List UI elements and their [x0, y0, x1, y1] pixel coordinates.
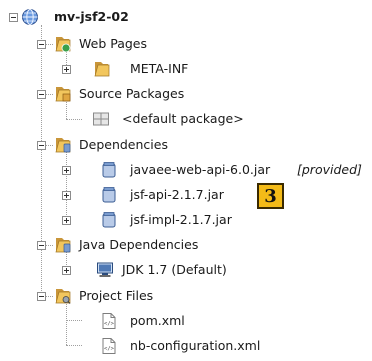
web-pages-label: Web Pages: [79, 36, 147, 51]
tree-node-project[interactable]: mv-jsf2-02: [0, 5, 372, 29]
xml-file-icon: </>: [102, 338, 116, 354]
dependencies-label: Dependencies: [79, 137, 168, 152]
collapse-toggle[interactable]: [9, 13, 18, 22]
collapse-toggle[interactable]: [37, 241, 46, 250]
expand-toggle[interactable]: [62, 191, 71, 200]
tree-node-javaee-web-api[interactable]: javaee-web-api-6.0.jar [provided]: [0, 158, 372, 182]
collapse-toggle[interactable]: [37, 40, 46, 49]
project-files-label: Project Files: [79, 288, 154, 303]
jar-icon: [102, 162, 116, 178]
svg-text:</>: </>: [104, 346, 115, 352]
java-dependencies-label: Java Dependencies: [79, 237, 199, 252]
jar-icon: [102, 212, 116, 228]
expand-toggle[interactable]: [62, 166, 71, 175]
folder-jar-icon: [55, 238, 71, 253]
folder-web-icon: [55, 37, 71, 53]
jar-label: javaee-web-api-6.0.jar: [130, 162, 271, 177]
project-tree: mv-jsf2-02 Web Pages META-INF Source Pac…: [0, 0, 372, 361]
tree-node-nb-configuration-xml[interactable]: </> nb-configuration.xml: [0, 334, 372, 358]
project-label: mv-jsf2-02: [54, 9, 129, 24]
tree-node-project-files[interactable]: Project Files: [0, 284, 372, 308]
package-icon: [93, 112, 109, 126]
folder-package-icon: [55, 87, 71, 102]
tree-node-jsf-impl[interactable]: jsf-impl-2.1.7.jar: [0, 208, 372, 232]
jar-icon: [102, 187, 116, 203]
tree-node-web-pages[interactable]: Web Pages: [0, 32, 372, 56]
tree-node-java-dependencies[interactable]: Java Dependencies: [0, 233, 372, 257]
pom-xml-label: pom.xml: [130, 313, 185, 328]
tree-node-pom-xml[interactable]: </> pom.xml: [0, 309, 372, 333]
svg-text:</>: </>: [104, 321, 115, 327]
folder-jar-icon: [55, 138, 71, 153]
jdk-icon: [97, 262, 113, 277]
jdk-label: JDK 1.7 (Default): [122, 262, 227, 277]
expand-toggle[interactable]: [62, 216, 71, 225]
collapse-toggle[interactable]: [37, 141, 46, 150]
globe-project-icon: [22, 9, 38, 25]
default-package-label: <default package>: [122, 111, 244, 126]
expand-toggle[interactable]: [62, 266, 71, 275]
expand-toggle[interactable]: [62, 65, 71, 74]
folder-icon: [94, 62, 110, 77]
meta-inf-label: META-INF: [130, 61, 189, 76]
callout-number-badge: 3: [257, 183, 284, 209]
nb-configuration-xml-label: nb-configuration.xml: [130, 338, 261, 353]
jar-label: jsf-api-2.1.7.jar: [130, 187, 224, 202]
tree-node-jsf-api[interactable]: jsf-api-2.1.7.jar: [0, 183, 372, 207]
tree-node-source-packages[interactable]: Source Packages: [0, 82, 372, 106]
tree-node-default-package[interactable]: <default package>: [0, 107, 372, 131]
collapse-toggle[interactable]: [37, 292, 46, 301]
source-packages-label: Source Packages: [79, 86, 185, 101]
tree-node-meta-inf[interactable]: META-INF: [0, 57, 372, 81]
folder-config-icon: [55, 289, 71, 304]
jar-label: jsf-impl-2.1.7.jar: [130, 212, 232, 227]
tree-node-jdk[interactable]: JDK 1.7 (Default): [0, 258, 372, 282]
collapse-toggle[interactable]: [37, 90, 46, 99]
tree-node-dependencies[interactable]: Dependencies: [0, 133, 372, 157]
xml-file-icon: </>: [102, 313, 116, 329]
provided-note: [provided]: [297, 162, 362, 177]
